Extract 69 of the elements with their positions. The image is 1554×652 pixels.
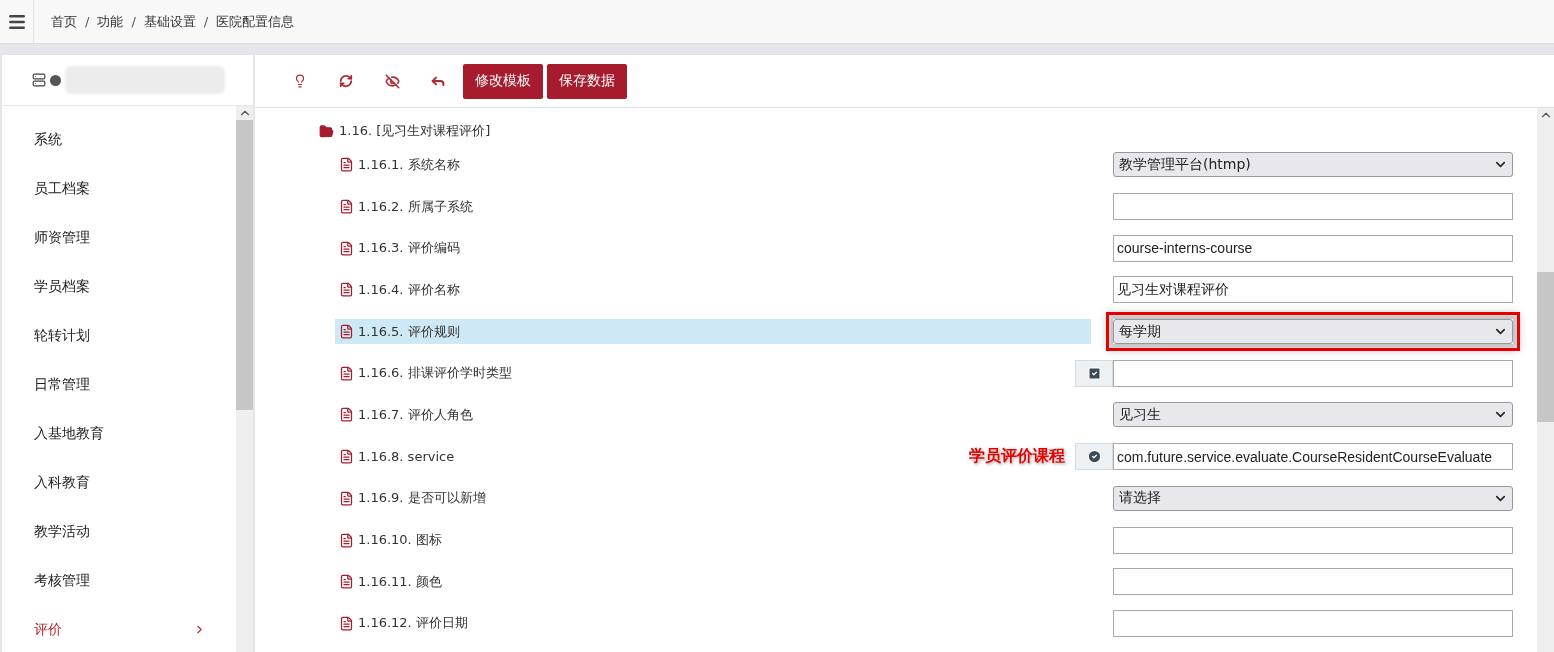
file-icon [339,199,354,215]
select-field[interactable]: 见习生 [1113,402,1513,428]
file-icon [339,240,354,256]
file-icon [339,157,354,173]
tree-item[interactable]: 1.16.7. 评价人角色 [335,402,473,428]
breadcrumb-link[interactable]: 基础设置 [143,12,196,31]
input-field[interactable]: course-interns-course [1113,234,1513,262]
sidebar-item[interactable]: 教学活动 [2,507,236,556]
sidebar-item[interactable]: 学员档案 [2,262,236,311]
sidebar-item[interactable]: 日常管理 [2,360,236,409]
sidebar-item[interactable]: 考核管理 [2,556,236,605]
input-field[interactable] [1113,609,1513,637]
breadcrumb-link[interactable]: 医院配置信息 [216,12,295,31]
file-icon [339,324,354,340]
lightbulb-icon [293,74,307,88]
sidebar-item[interactable]: 评价 [2,605,236,652]
sidebar-item[interactable]: 入科教育 [2,458,236,507]
breadcrumb-separator: / [203,14,209,29]
breadcrumb-separator: / [131,14,136,29]
sidebar-item[interactable]: 入基地教育 [2,409,236,458]
status-dot-icon [50,74,61,86]
tree-heading[interactable]: 1.16. [见习生对课程评价] [339,122,491,140]
tree-item[interactable]: 1.16.12. 评价日期 [335,610,468,636]
breadcrumb-link[interactable]: 功能 [97,12,124,31]
checkbox-icon [1086,365,1102,381]
tree-item[interactable]: 1.16.4. 评价名称 [335,277,460,303]
select-field[interactable]: 教学管理平台(htmp) [1113,152,1513,178]
annotation-note: 学员评价课程 [969,446,1065,468]
eye-off-icon [384,73,400,89]
input-field[interactable] [1113,359,1513,387]
file-icon [339,615,354,631]
tree-item[interactable]: 1.16.5. 评价规则 [335,319,1091,345]
tree-item[interactable]: 1.16.3. 评价编码 [335,235,460,261]
toolbar-button[interactable]: 保存数据 [547,63,627,99]
tree-item[interactable]: 1.16.6. 排课评价学时类型 [335,360,512,386]
sidebar-item[interactable]: 系统 [2,115,236,164]
breadcrumb-separator: / [85,14,90,29]
file-icon [339,449,354,465]
sidebar-item[interactable]: 轮转计划 [2,311,236,360]
file-icon [339,490,354,506]
file-icon [339,407,354,423]
tree-item[interactable]: 1.16.11. 颜色 [335,569,442,595]
check-addon[interactable] [1075,443,1113,471]
tree-item[interactable]: 1.16.9. 是否可以新增 [335,485,486,511]
sidebar-item[interactable]: 员工档案 [2,164,236,213]
breadcrumb-link[interactable]: 首页 [51,12,77,31]
input-field[interactable] [1113,193,1513,221]
input-field[interactable]: 见习生对课程评价 [1113,276,1513,304]
file-icon [339,365,354,381]
check-circle-icon [1086,449,1102,465]
server-icon [32,73,46,87]
content-scrollbar[interactable] [1537,108,1554,652]
file-icon [339,282,354,298]
tree-item[interactable]: 1.16.8. service [335,444,455,470]
file-icon [339,574,354,590]
select-field[interactable]: 请选择 [1113,485,1513,511]
file-icon [339,532,354,548]
select-field[interactable]: 每学期 [1113,319,1513,345]
tree-item[interactable]: 1.16.10. 图标 [335,527,442,553]
input-field[interactable] [1113,526,1513,554]
refresh-icon [339,74,353,88]
checkbox-addon[interactable] [1075,359,1113,387]
input-field[interactable]: com.future.service.evaluate.CourseResidentCourseEvaluate [1113,443,1513,471]
sidebar-item[interactable]: 师资管理 [2,213,236,262]
input-field[interactable] [1113,568,1513,596]
toolbar-button[interactable]: 修改模板 [463,63,543,99]
tree-item[interactable]: 1.16.2. 所属子系统 [335,194,473,220]
tree-item[interactable]: 1.16.1. 系统名称 [335,152,460,178]
sidebar-scrollbar[interactable] [236,106,253,652]
